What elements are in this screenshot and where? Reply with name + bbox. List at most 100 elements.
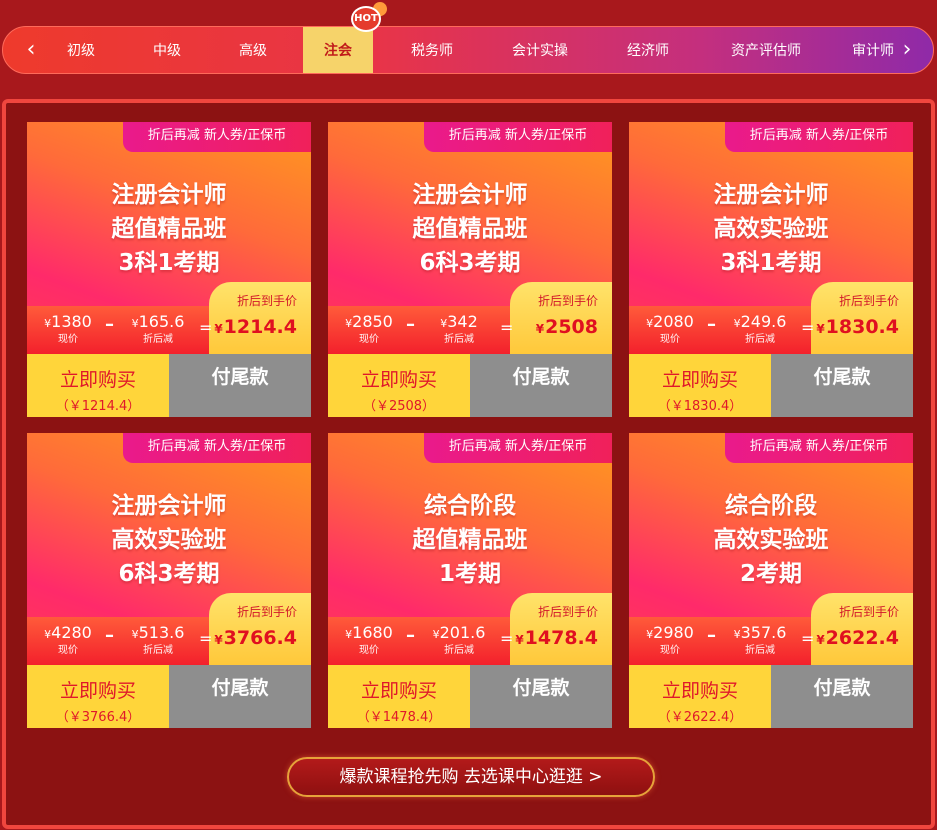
course-card: 折后再减 新人券/正保币 综合阶段 超值精品班 1考期 ¥1680 现价 – ¥…	[328, 433, 612, 728]
currency-symbol: ¥	[214, 322, 223, 336]
pay-balance-button[interactable]: 付尾款	[771, 354, 913, 417]
currency-symbol: ¥	[131, 317, 139, 330]
course-title-line-1: 注册会计师	[713, 182, 829, 208]
course-title-line-2: 超值精品班	[111, 216, 227, 242]
original-price-value: 2850	[352, 312, 393, 331]
course-title-line-3: 3科1考期	[720, 250, 822, 276]
course-title-line-1: 注册会计师	[111, 182, 227, 208]
final-price: ¥2622.4	[816, 627, 899, 649]
nav-item-gaoji[interactable]: 高级	[217, 27, 289, 73]
course-title-line-3: 6科3考期	[118, 561, 220, 587]
final-price-value: 2508	[545, 316, 598, 338]
original-price-value: 2980	[653, 623, 694, 642]
pay-balance-button[interactable]: 付尾款	[771, 665, 913, 728]
discount-value: 342	[447, 312, 478, 331]
buy-now-button[interactable]: 立即购买 （￥1478.4）	[328, 665, 470, 728]
course-banner: 折后再减 新人券/正保币 综合阶段 高效实验班 2考期 ¥2980 现价 – ¥…	[629, 433, 913, 665]
currency-symbol: ¥	[131, 628, 139, 641]
discount-value: 165.6	[138, 312, 185, 331]
promo-tag: 折后再减 新人券/正保币	[123, 122, 311, 152]
pay-balance-button[interactable]: 付尾款	[470, 665, 612, 728]
original-price-value: 1380	[51, 312, 92, 331]
promo-tag: 折后再减 新人券/正保币	[725, 122, 913, 152]
buy-now-button[interactable]: 立即购买 （￥2622.4）	[629, 665, 771, 728]
course-card: 折后再减 新人券/正保币 注册会计师 高效实验班 3科1考期 ¥2080 现价 …	[629, 122, 913, 417]
original-price: ¥1680 现价	[338, 623, 400, 657]
buy-now-price: （￥3766.4）	[55, 710, 141, 725]
course-title-line-3: 2考期	[739, 561, 802, 587]
discount-value: 201.6	[439, 623, 486, 642]
course-title-line-1: 综合阶段	[725, 493, 817, 519]
buy-now-label: 立即购买	[360, 680, 437, 702]
course-title: 综合阶段 超值精品班 1考期	[328, 489, 612, 591]
final-price-value: 1478.4	[524, 627, 598, 649]
minus-sign: –	[105, 625, 114, 646]
discount-caption: 折后减	[143, 645, 173, 656]
nav-item-jingjishi[interactable]: 经济师	[609, 27, 687, 73]
final-price-caption: 折后到手价	[838, 605, 899, 619]
course-title-line-2: 高效实验班	[713, 216, 829, 242]
course-card: 折后再减 新人券/正保币 综合阶段 高效实验班 2考期 ¥2980 现价 – ¥…	[629, 433, 913, 728]
nav-item-zhongji[interactable]: 中级	[131, 27, 203, 73]
original-price: ¥2080 现价	[639, 312, 701, 346]
course-title-line-1: 注册会计师	[412, 182, 528, 208]
currency-symbol: ¥	[733, 317, 741, 330]
course-banner: 折后再减 新人券/正保币 注册会计师 高效实验班 6科3考期 ¥4280 现价 …	[27, 433, 311, 665]
buy-now-price: （￥1214.4）	[55, 399, 141, 414]
currency-symbol: ¥	[816, 633, 825, 647]
currency-symbol: ¥	[816, 322, 825, 336]
promo-tag: 折后再减 新人券/正保币	[725, 433, 913, 463]
category-nav: ‹ 初级 中级 高级 注会 税务师 会计实操 经济师 资产评估师 审计师 ›	[2, 26, 934, 74]
course-center-link[interactable]: 爆款课程抢先购 去选课中心逛逛 >	[287, 757, 655, 797]
pay-balance-button[interactable]: 付尾款	[169, 665, 311, 728]
course-banner: 折后再减 新人券/正保币 注册会计师 超值精品班 3科1考期 ¥1380 现价 …	[27, 122, 311, 354]
original-price-caption: 现价	[58, 334, 78, 345]
buy-now-button[interactable]: 立即购买 （￥3766.4）	[27, 665, 169, 728]
final-price: ¥2508	[536, 316, 598, 338]
discount-amount: ¥165.6 折后减	[123, 312, 193, 346]
original-price: ¥2980 现价	[639, 623, 701, 657]
final-price: ¥3766.4	[214, 627, 297, 649]
nav-item-zichanpinggushi[interactable]: 资产评估师	[711, 27, 821, 73]
buy-now-button[interactable]: 立即购买 （￥1214.4）	[27, 354, 169, 417]
course-title-line-2: 高效实验班	[713, 527, 829, 553]
final-price-value: 1830.4	[825, 316, 899, 338]
course-card: 折后再减 新人券/正保币 注册会计师 超值精品班 3科1考期 ¥1380 现价 …	[27, 122, 311, 417]
equals-sign: =	[500, 629, 514, 648]
nav-item-zhuhui[interactable]: 注会	[303, 27, 373, 73]
original-price-caption: 现价	[359, 334, 379, 345]
discount-caption: 折后减	[745, 334, 775, 345]
hot-label: HOT	[351, 6, 381, 32]
buy-now-label: 立即购买	[661, 680, 738, 702]
discount-caption: 折后减	[143, 334, 173, 345]
buy-now-button[interactable]: 立即购买 （￥2508）	[328, 354, 470, 417]
nav-item-chuji[interactable]: 初级	[45, 27, 117, 73]
final-price-caption: 折后到手价	[236, 605, 297, 619]
pay-balance-button[interactable]: 付尾款	[169, 354, 311, 417]
discount-value: 357.6	[740, 623, 787, 642]
course-title-line-1: 注册会计师	[111, 493, 227, 519]
buy-now-price: （￥2508）	[362, 399, 436, 414]
nav-item-kuaijishicao[interactable]: 会计实操	[495, 27, 585, 73]
original-price-caption: 现价	[58, 645, 78, 656]
course-title: 注册会计师 高效实验班 3科1考期	[629, 178, 913, 280]
course-title: 注册会计师 超值精品班 3科1考期	[27, 178, 311, 280]
final-price-value: 3766.4	[223, 627, 297, 649]
course-title-line-3: 3科1考期	[118, 250, 220, 276]
equals-sign: =	[801, 318, 815, 337]
course-title-line-3: 6科3考期	[419, 250, 521, 276]
course-card: 折后再减 新人券/正保币 注册会计师 高效实验班 6科3考期 ¥4280 现价 …	[27, 433, 311, 728]
promo-tag: 折后再减 新人券/正保币	[424, 433, 612, 463]
nav-next-icon[interactable]: ›	[887, 27, 927, 73]
promo-tag: 折后再减 新人券/正保币	[123, 433, 311, 463]
original-price: ¥4280 现价	[37, 623, 99, 657]
buy-now-price: （￥1478.4）	[356, 710, 442, 725]
discount-amount: ¥513.6 折后减	[123, 623, 193, 657]
course-title-line-2: 高效实验班	[111, 527, 227, 553]
nav-item-shuiwushi[interactable]: 税务师	[393, 27, 471, 73]
buy-now-button[interactable]: 立即购买 （￥1830.4）	[629, 354, 771, 417]
final-price-caption: 折后到手价	[236, 294, 297, 308]
pay-balance-button[interactable]: 付尾款	[470, 354, 612, 417]
course-banner: 折后再减 新人券/正保币 综合阶段 超值精品班 1考期 ¥1680 现价 – ¥…	[328, 433, 612, 665]
course-title-line-3: 1考期	[438, 561, 501, 587]
